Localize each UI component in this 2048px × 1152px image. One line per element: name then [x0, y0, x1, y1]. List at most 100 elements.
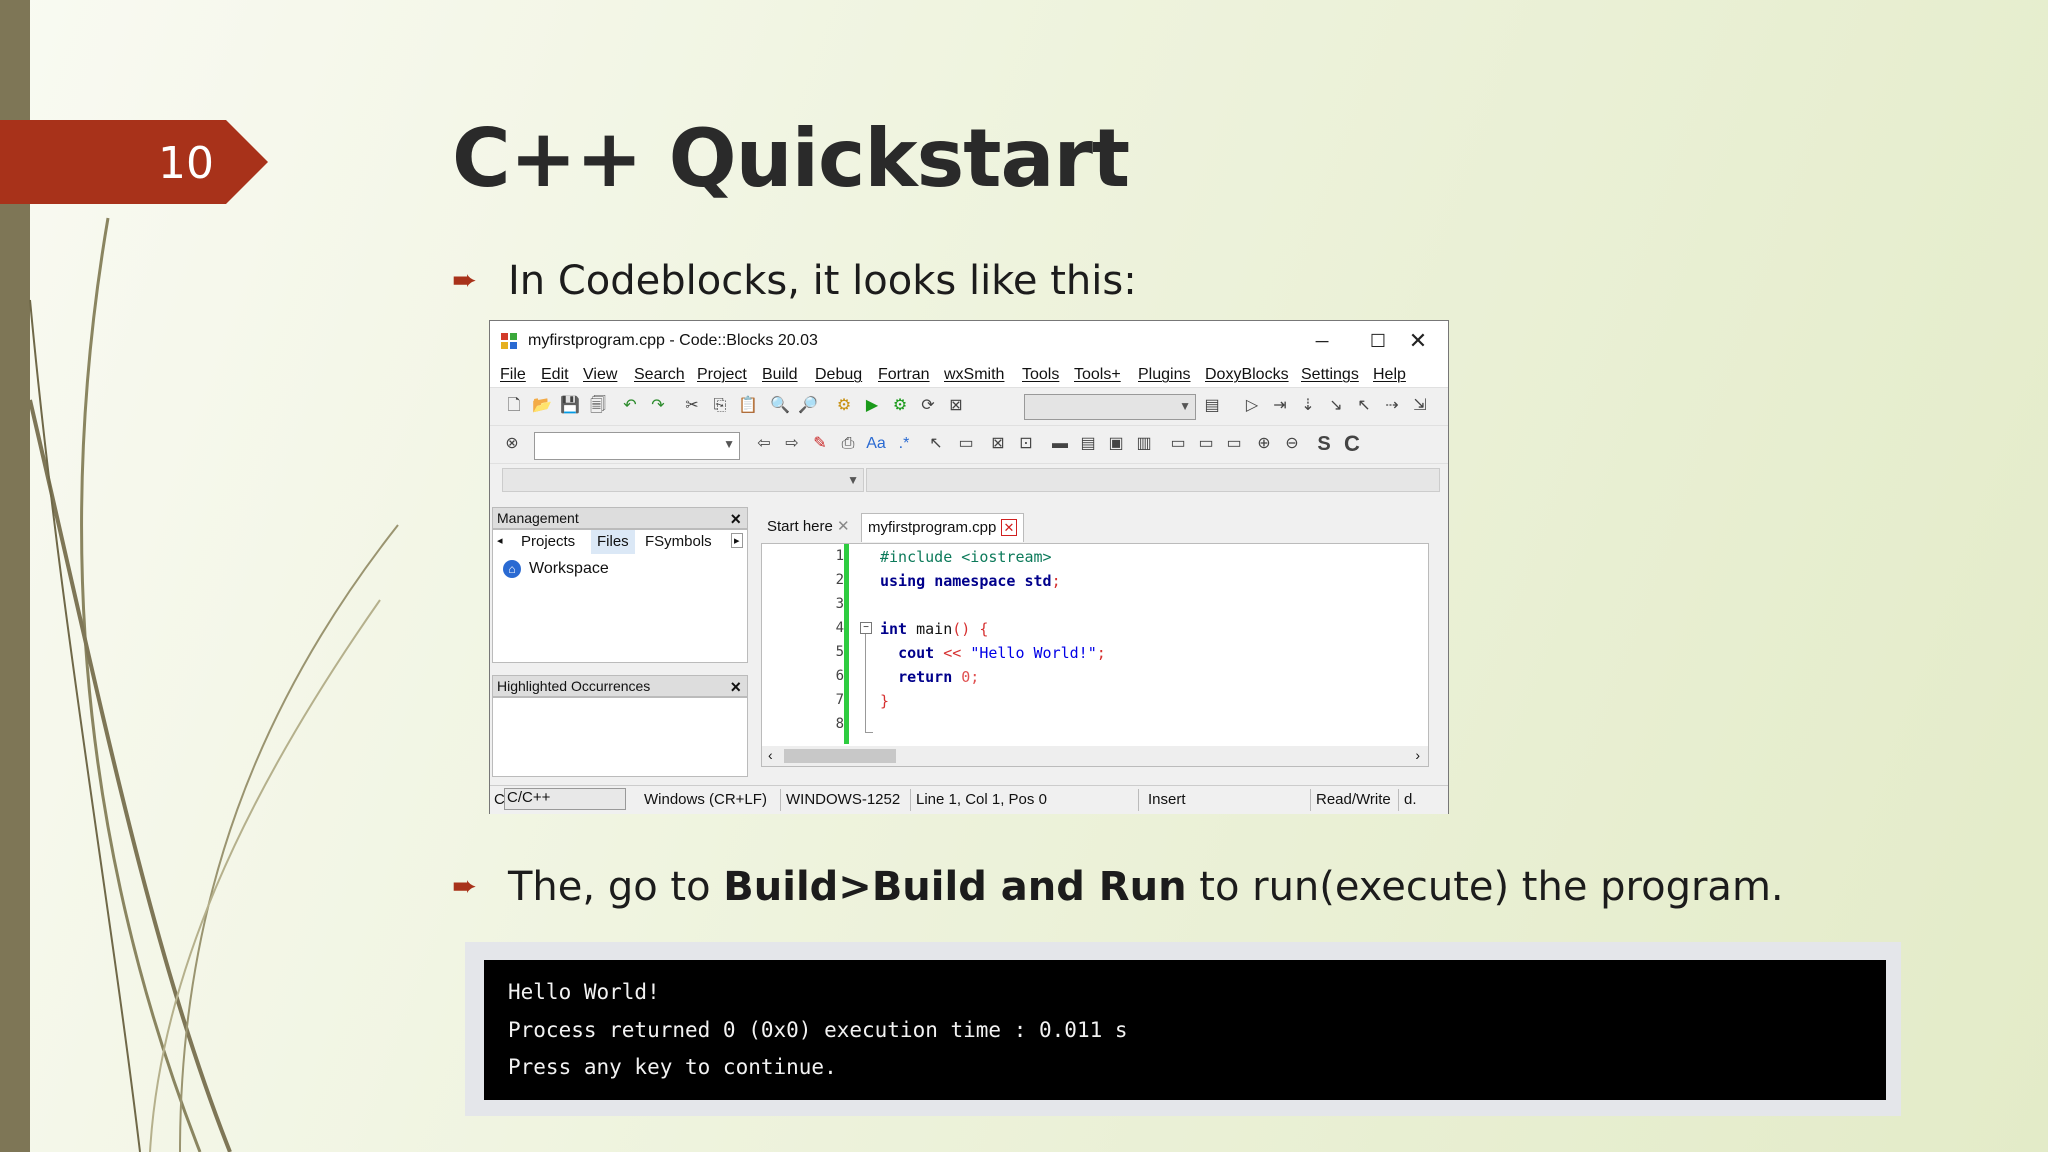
- menu-project[interactable]: Project: [697, 366, 747, 384]
- debug-start-icon[interactable]: ▷: [1242, 397, 1262, 415]
- find-icon[interactable]: 🔍: [770, 397, 790, 415]
- cut-icon[interactable]: ✂: [682, 397, 702, 415]
- close-icon[interactable]: ×: [730, 677, 741, 698]
- save-icon[interactable]: 💾: [560, 397, 580, 415]
- menu-help[interactable]: Help: [1373, 366, 1406, 384]
- next-line-icon[interactable]: ⇣: [1298, 397, 1318, 415]
- maximize-icon[interactable]: ☐: [1358, 327, 1398, 355]
- scroll-thumb[interactable]: [784, 749, 896, 763]
- fold-marker-icon[interactable]: −: [860, 622, 872, 634]
- selected-text-icon[interactable]: ⎙: [838, 435, 858, 453]
- code-number: 0;: [952, 668, 980, 686]
- back-icon[interactable]: ⇦: [754, 435, 774, 453]
- code-line-5: cout << "Hello World!";: [880, 644, 1106, 662]
- toolbar-code-completion: ▼: [490, 463, 1448, 494]
- next-instruction-icon[interactable]: ⇢: [1382, 397, 1402, 415]
- pointer-icon[interactable]: ↖: [926, 435, 946, 453]
- search-combo[interactable]: ▼: [534, 432, 740, 460]
- widget-h-icon[interactable]: ▭: [1196, 435, 1216, 453]
- clear-icon[interactable]: ⊗: [502, 435, 522, 453]
- widget-g-icon[interactable]: ▭: [1168, 435, 1188, 453]
- status-divider: [1398, 789, 1399, 811]
- menu-build[interactable]: Build: [762, 366, 798, 384]
- menu-debug[interactable]: Debug: [815, 366, 862, 384]
- zoom-out-icon[interactable]: ⊖: [1282, 435, 1302, 453]
- code-string: "Hello World!": [970, 644, 1097, 662]
- widget-d-icon[interactable]: ▤: [1078, 435, 1098, 453]
- run-to-cursor-icon[interactable]: ⇥: [1270, 397, 1290, 415]
- scope-select[interactable]: ▼: [502, 468, 864, 492]
- close-icon[interactable]: ✕: [1000, 519, 1018, 536]
- redo-icon[interactable]: ↷: [648, 397, 668, 415]
- build-icon[interactable]: ⚙: [834, 397, 854, 415]
- scroll-right-icon[interactable]: ›: [1415, 747, 1420, 763]
- menu-doxyblocks[interactable]: DoxyBlocks: [1205, 366, 1289, 384]
- menu-tools-plus[interactable]: Tools+: [1074, 366, 1121, 384]
- run-icon[interactable]: ▶: [862, 397, 882, 415]
- workspace-item[interactable]: Workspace: [529, 560, 609, 578]
- new-file-icon[interactable]: 🗋: [504, 397, 524, 415]
- abort-icon[interactable]: ⊠: [946, 397, 966, 415]
- menu-wxsmith[interactable]: wxSmith: [944, 366, 1004, 384]
- widget-e-icon[interactable]: ▣: [1106, 435, 1126, 453]
- menu-view[interactable]: View: [583, 366, 617, 384]
- close-icon[interactable]: ✕: [1398, 327, 1438, 355]
- menu-search[interactable]: Search: [634, 366, 685, 384]
- line-number: 5: [835, 644, 844, 660]
- replace-icon[interactable]: 🔎: [798, 397, 818, 415]
- status-language[interactable]: C/C++: [504, 788, 626, 810]
- status-extra: d.: [1404, 791, 1417, 808]
- tab-scroll-right-icon[interactable]: ▸: [731, 533, 743, 548]
- tab-myfirstprogram[interactable]: myfirstprogram.cpp ✕: [861, 513, 1025, 542]
- s-tool-icon[interactable]: S: [1314, 434, 1334, 454]
- target-options-icon[interactable]: ▤: [1202, 397, 1222, 415]
- widget-f-icon[interactable]: ▥: [1134, 435, 1154, 453]
- build-run-icon[interactable]: ⚙: [890, 397, 910, 415]
- menu-edit[interactable]: Edit: [541, 366, 569, 384]
- rebuild-icon[interactable]: ⟳: [918, 397, 938, 415]
- regex-icon[interactable]: .*: [894, 435, 914, 453]
- paste-icon[interactable]: 📋: [738, 397, 758, 415]
- code-line-1: #include <iostream>: [880, 548, 1052, 566]
- menu-fortran[interactable]: Fortran: [878, 366, 930, 384]
- highlight-icon[interactable]: ✎: [810, 435, 830, 453]
- close-icon[interactable]: ×: [730, 509, 741, 530]
- widget-a-icon[interactable]: ⊠: [988, 435, 1008, 453]
- tab-files[interactable]: Files: [591, 530, 635, 554]
- undo-icon[interactable]: ↶: [620, 397, 640, 415]
- status-divider: [1138, 789, 1139, 811]
- zoom-in-icon[interactable]: ⊕: [1254, 435, 1274, 453]
- tab-fsymbols[interactable]: FSymbols: [639, 530, 718, 554]
- menu-plugins[interactable]: Plugins: [1138, 366, 1190, 384]
- close-icon[interactable]: ✕: [837, 518, 850, 535]
- widget-b-icon[interactable]: ⊡: [1016, 435, 1036, 453]
- console-line: Hello World!: [508, 980, 660, 1004]
- step-out-icon[interactable]: ↖: [1354, 397, 1374, 415]
- status-divider: [1310, 789, 1311, 811]
- scroll-left-icon[interactable]: ‹: [768, 747, 773, 763]
- step-instruction-icon[interactable]: ⇲: [1410, 397, 1430, 415]
- code-keyword: namespace: [934, 572, 1016, 590]
- function-select[interactable]: [866, 468, 1440, 492]
- forward-icon[interactable]: ⇨: [782, 435, 802, 453]
- menu-file[interactable]: File: [500, 366, 526, 384]
- menu-settings[interactable]: Settings: [1301, 366, 1359, 384]
- menu-tools[interactable]: Tools: [1022, 366, 1059, 384]
- build-target-select[interactable]: ▼: [1024, 394, 1196, 420]
- tab-scroll-left-icon[interactable]: ◂: [497, 534, 503, 547]
- horizontal-scrollbar[interactable]: ‹ ›: [762, 746, 1428, 766]
- frame-icon[interactable]: ▭: [956, 435, 976, 453]
- widget-c-icon[interactable]: ▬: [1050, 435, 1070, 453]
- match-case-icon[interactable]: Aa: [866, 435, 886, 453]
- save-all-icon[interactable]: 🗐: [588, 397, 608, 415]
- open-icon[interactable]: 📂: [532, 397, 552, 415]
- widget-i-icon[interactable]: ▭: [1224, 435, 1244, 453]
- tab-start-here[interactable]: Start here ✕: [761, 513, 856, 541]
- tab-myfirstprogram-label: myfirstprogram.cpp: [868, 519, 997, 536]
- tab-projects[interactable]: Projects: [515, 530, 582, 554]
- c-tool-icon[interactable]: C: [1342, 433, 1362, 455]
- minimize-icon[interactable]: ─: [1302, 327, 1342, 355]
- code-editor[interactable]: 1 2 3 4 5 6 7 8 − #include <iostream> us…: [761, 543, 1429, 767]
- step-into-icon[interactable]: ↘: [1326, 397, 1346, 415]
- copy-icon[interactable]: ⎘: [710, 397, 730, 415]
